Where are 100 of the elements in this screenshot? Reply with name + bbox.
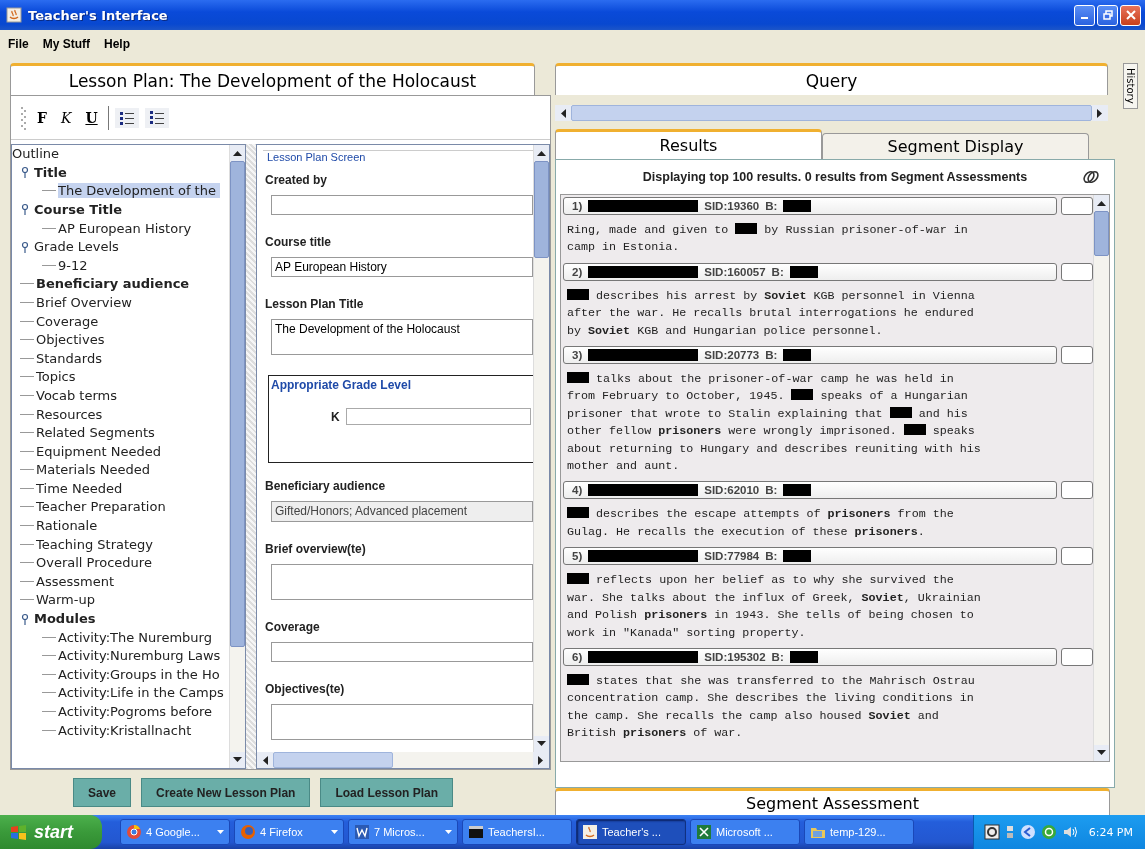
- bold-button[interactable]: F: [33, 107, 51, 128]
- result-action-button[interactable]: [1061, 547, 1093, 566]
- menu-item[interactable]: Help: [100, 35, 134, 53]
- tree-item[interactable]: Topics: [36, 369, 76, 385]
- scroll-thumb[interactable]: [1094, 211, 1109, 257]
- tree-item[interactable]: Equipment Needed: [36, 443, 161, 459]
- result-action-button[interactable]: [1061, 346, 1093, 365]
- menu-item[interactable]: My Stuff: [38, 35, 94, 53]
- result-header[interactable]: 5) SID:77984 B:: [563, 547, 1057, 566]
- segment-id: SID:77984: [704, 550, 760, 563]
- input-field[interactable]: AP European History: [271, 257, 533, 277]
- scrollbar[interactable]: [257, 752, 549, 768]
- results-tab[interactable]: Segment Display: [822, 133, 1089, 159]
- browser-icon: [126, 824, 142, 840]
- results-tab[interactable]: Results: [555, 129, 822, 159]
- tree-item[interactable]: Modules: [34, 611, 96, 627]
- result-header[interactable]: 3) SID:20773 B:: [563, 346, 1057, 365]
- history-tab[interactable]: History: [1122, 63, 1138, 109]
- tree-item[interactable]: Title: [34, 164, 67, 180]
- tree-item[interactable]: Beneficiary audience: [36, 276, 190, 292]
- result-header[interactable]: 1) SID:19360 B:: [563, 197, 1057, 215]
- tree-item[interactable]: Course Title: [34, 202, 123, 217]
- result-header[interactable]: 6) SID:195302 B:: [563, 647, 1057, 666]
- tree-item[interactable]: Assessment: [36, 573, 114, 589]
- result-action-button[interactable]: [1061, 262, 1093, 281]
- start-button[interactable]: start: [0, 815, 102, 849]
- close-icon: [1125, 10, 1136, 20]
- tree-item[interactable]: Brief Overview: [36, 294, 132, 310]
- scroll-thumb[interactable]: [273, 752, 393, 768]
- segment-id: SID:62010: [704, 484, 760, 497]
- bulleted-list-button[interactable]: [114, 107, 139, 128]
- query-tab[interactable]: Query: [555, 63, 1108, 95]
- italic-button[interactable]: K: [56, 107, 76, 128]
- result-header[interactable]: 2) SID:160057 B:: [563, 262, 1057, 281]
- taskbar-button[interactable]: 4 Google...: [120, 819, 230, 845]
- tree-item[interactable]: Objectives: [36, 332, 105, 348]
- tree-item[interactable]: Overall Procedure: [36, 555, 152, 571]
- menu-item[interactable]: File: [4, 35, 33, 53]
- tree-item[interactable]: Teacher Preparation: [36, 499, 166, 515]
- tree-item[interactable]: Rationale: [36, 518, 98, 534]
- input-field[interactable]: The Development of the Holocaust: [271, 319, 533, 355]
- action-button[interactable]: Create New Lesson Plan: [141, 778, 311, 807]
- tree-root[interactable]: Outline: [12, 145, 229, 163]
- input-field[interactable]: [271, 564, 533, 600]
- input-field[interactable]: [271, 195, 533, 215]
- tree-item[interactable]: Grade Levels: [34, 239, 119, 255]
- input-field[interactable]: [345, 408, 531, 425]
- tree-item[interactable]: Teaching Strategy: [36, 536, 154, 552]
- result-description: states that she was transferred to the Mahrisch Ostrau concentration camp. She describes the living conditions in the camp. She recalls the camp also housed Soviet and British prisoners of war.: [566, 672, 976, 743]
- scrollbar[interactable]: [1093, 195, 1109, 761]
- redacted-value: [783, 349, 812, 362]
- tree-item[interactable]: Vocab terms: [36, 387, 117, 403]
- tree-item[interactable]: Activity:Nuremburg Laws: [58, 648, 221, 664]
- segment-assessment-tab[interactable]: Segment Assessment: [555, 788, 1110, 815]
- result-action-button[interactable]: [1061, 481, 1093, 500]
- tree-item[interactable]: Related Segments: [36, 425, 155, 441]
- action-button[interactable]: Save: [73, 778, 132, 807]
- up-arrow-icon: [1097, 200, 1106, 206]
- tree-item[interactable]: Resources: [36, 406, 103, 422]
- result-header[interactable]: 4) SID:62010 B:: [563, 481, 1057, 500]
- tree-item[interactable]: Time Needed: [36, 480, 123, 496]
- tree-item[interactable]: Standards: [36, 350, 102, 366]
- tree-item[interactable]: Coverage: [36, 313, 99, 329]
- result-action-button[interactable]: [1061, 647, 1093, 666]
- tree-item[interactable]: Activity:Groups in the Ho: [58, 666, 220, 682]
- taskbar-button[interactable]: 7 Micros...: [348, 819, 458, 845]
- tree-item[interactable]: Activity:Kristallnacht: [58, 722, 192, 738]
- tree-item[interactable]: Activity:Pogroms before: [58, 704, 213, 719]
- tree-item[interactable]: Materials Needed: [36, 462, 150, 478]
- input-field[interactable]: [271, 704, 533, 740]
- redacted-value: [783, 200, 812, 212]
- taskbar-button[interactable]: temp-129...: [804, 819, 914, 845]
- tree-item[interactable]: Activity:Life in the Camps: [58, 685, 224, 701]
- action-button[interactable]: Load Lesson Plan: [320, 778, 454, 807]
- scroll-thumb[interactable]: [230, 161, 245, 647]
- redacted-value: [783, 484, 812, 497]
- splitter-handle[interactable]: [246, 144, 256, 769]
- scrollbar[interactable]: [533, 145, 549, 752]
- result-action-button[interactable]: [1061, 197, 1093, 215]
- tree-item[interactable]: Warm-up: [36, 592, 95, 608]
- tree-item[interactable]: 9-12: [58, 257, 88, 273]
- taskbar-button[interactable]: Teacher's ...: [576, 819, 686, 845]
- close-button[interactable]: [1120, 4, 1141, 26]
- input-field[interactable]: [271, 642, 533, 662]
- underline-button[interactable]: U: [81, 107, 102, 128]
- maximize-button[interactable]: [1097, 4, 1118, 26]
- scroll-thumb[interactable]: [534, 161, 549, 259]
- bin-label: B:: [765, 550, 778, 563]
- tree-item[interactable]: Activity:The Nuremburg: [58, 629, 212, 645]
- taskbar-button[interactable]: TeachersI...: [462, 819, 572, 845]
- scrollbar[interactable]: [229, 145, 245, 768]
- minimize-button[interactable]: [1074, 4, 1095, 26]
- down-arrow-icon: [233, 757, 242, 763]
- tree-item[interactable]: AP European History: [58, 220, 192, 236]
- tree-item[interactable]: The Development of the: [58, 183, 220, 199]
- taskbar-button[interactable]: 4 Firefox: [234, 819, 344, 845]
- taskbar-button[interactable]: Microsoft ...: [690, 819, 800, 845]
- numbered-list-button[interactable]: [144, 107, 169, 128]
- lesson-plan-tab[interactable]: Lesson Plan: The Development of the Holocaust: [10, 63, 535, 95]
- result-description: describes the escape attempts of prisoners from the Gulag. He recalls the execution of these prisoners.: [566, 506, 955, 541]
